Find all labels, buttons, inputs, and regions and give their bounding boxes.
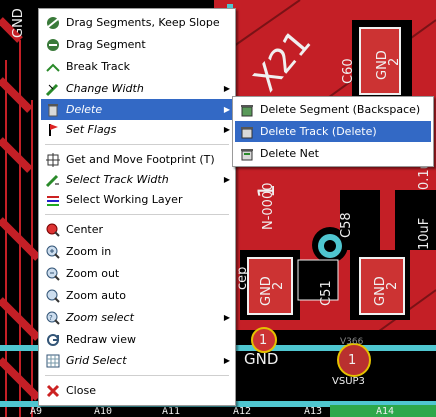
menu-item-delete-net[interactable]: Delete Net — [235, 143, 431, 164]
a10-label: A10 — [94, 406, 112, 417]
vsup3-label: VSUP3 — [332, 376, 365, 387]
num-2-b: 2 — [385, 282, 400, 290]
menu-item-label: Get and Move Footprint (T) — [66, 153, 215, 166]
menu-item-label: Delete Net — [260, 147, 319, 160]
a13-label: A13 — [304, 406, 322, 417]
menu-item-label: Zoom auto — [66, 289, 126, 302]
menu-item-label: Close — [66, 384, 96, 397]
menu-separator — [45, 144, 229, 145]
delete-submenu: Delete Segment (Backspace) Delete Track … — [232, 96, 434, 167]
menu-item-break-track[interactable]: Break Track — [41, 56, 233, 77]
submenu-arrow-icon: ▶ — [223, 356, 230, 365]
submenu-arrow-icon: ▶ — [223, 105, 230, 114]
delete-net-icon — [238, 145, 256, 163]
menu-item-drag-segments-keep-slope[interactable]: Drag Segments, Keep Slope — [41, 12, 233, 33]
menu-item-delete-segment[interactable]: Delete Segment (Backspace) — [235, 99, 431, 120]
menu-item-label: Break Track — [66, 60, 130, 73]
menu-separator — [45, 375, 229, 376]
gnd-label-b: GND — [373, 276, 388, 306]
menu-item-zoom-out[interactable]: Zoom out — [41, 263, 233, 284]
drag-segment-icon — [44, 36, 62, 54]
cep-label: cep — [235, 267, 250, 290]
menu-item-label: Change Width — [66, 82, 144, 95]
submenu-arrow-icon: ▶ — [223, 175, 230, 184]
menu-item-get-move-footprint[interactable]: Get and Move Footprint (T) — [41, 149, 233, 170]
c58-label: C58 — [339, 212, 354, 238]
svg-text:?: ? — [49, 314, 53, 322]
via-gnd-label: GND — [244, 350, 278, 368]
zoom-select-icon: ? — [44, 309, 62, 327]
pad-1-c-label: 1 — [348, 353, 356, 368]
submenu-arrow-icon: ▶ — [223, 125, 230, 134]
menu-item-zoom-select[interactable]: ? Zoom select ▶ — [41, 307, 233, 328]
redraw-icon — [44, 331, 62, 349]
menu-item-label: Select Working Layer — [66, 193, 183, 206]
change-width-icon — [44, 80, 62, 98]
break-track-icon — [44, 58, 62, 76]
a14-label: A14 — [376, 406, 394, 417]
menu-item-zoom-in[interactable]: Zoom in — [41, 241, 233, 262]
submenu-arrow-icon: ▶ — [223, 313, 230, 322]
move-footprint-icon — [44, 151, 62, 169]
menu-item-select-working-layer[interactable]: Select Working Layer — [41, 189, 233, 210]
menu-item-label: Zoom out — [66, 267, 120, 280]
menu-item-label: Select Track Width — [66, 173, 169, 186]
center-icon — [44, 221, 62, 239]
menu-item-select-track-width[interactable]: Select Track Width ▶ — [41, 169, 233, 190]
menu-item-zoom-auto[interactable]: Zoom auto — [41, 285, 233, 306]
select-track-width-icon — [44, 171, 62, 189]
c51-label: C51 — [319, 280, 334, 306]
gnd-label-c: GND — [259, 276, 274, 306]
menu-item-redraw-view[interactable]: Redraw view — [41, 329, 233, 350]
menu-item-close[interactable]: Close — [41, 380, 233, 401]
menu-item-grid-select[interactable]: Grid Select ▶ — [41, 350, 233, 371]
delete-track-icon — [238, 123, 256, 141]
menu-item-label: Drag Segment — [66, 38, 146, 51]
menu-separator — [45, 214, 229, 215]
pad-1-a-label: 1 — [255, 184, 280, 198]
menu-item-label: Center — [66, 223, 104, 236]
submenu-arrow-icon: ▶ — [223, 84, 230, 93]
menu-item-label: Delete — [66, 103, 103, 116]
menu-item-center[interactable]: Center — [41, 219, 233, 240]
menu-item-change-width[interactable]: Change Width ▶ — [41, 78, 233, 99]
pad-1-b-label: 1 — [259, 333, 267, 348]
menu-item-label: Zoom select — [66, 311, 134, 324]
a11-label: A11 — [162, 406, 180, 417]
zoom-auto-icon — [44, 287, 62, 305]
context-menu: Drag Segments, Keep Slope Drag Segment B… — [38, 8, 236, 406]
grid-select-icon — [44, 352, 62, 370]
delete-icon — [44, 101, 62, 119]
menu-item-label: Redraw view — [66, 333, 136, 346]
select-layer-icon — [44, 191, 62, 209]
num-2-c: 2 — [271, 282, 286, 290]
menu-item-drag-segment[interactable]: Drag Segment — [41, 34, 233, 55]
menu-item-label: Set Flags — [66, 123, 117, 136]
a12-label: A12 — [233, 406, 251, 417]
val-10u-label: 10uF — [417, 218, 432, 250]
menu-item-label: Zoom in — [66, 245, 112, 258]
set-flags-icon — [44, 121, 62, 139]
zoom-out-icon — [44, 265, 62, 283]
zoom-in-icon — [44, 243, 62, 261]
close-icon — [44, 382, 62, 400]
delete-segment-icon — [238, 101, 256, 119]
menu-item-delete[interactable]: Delete ▶ — [41, 99, 233, 120]
num-2-a: 2 — [387, 58, 402, 66]
menu-item-set-flags[interactable]: Set Flags ▶ — [41, 119, 233, 140]
menu-item-delete-track[interactable]: Delete Track (Delete) — [235, 121, 431, 142]
gnd-top-left-label: GND — [11, 8, 26, 38]
a9-label: A9 — [30, 406, 42, 417]
drag-segments-keep-slope-icon — [44, 14, 62, 32]
menu-item-label: Delete Track (Delete) — [260, 125, 377, 138]
c60-label: C60 — [341, 58, 356, 84]
menu-item-label: Drag Segments, Keep Slope — [66, 16, 220, 29]
menu-item-label: Delete Segment (Backspace) — [260, 103, 421, 116]
v366-label: V366 — [340, 337, 364, 347]
menu-item-label: Grid Select — [66, 354, 127, 367]
